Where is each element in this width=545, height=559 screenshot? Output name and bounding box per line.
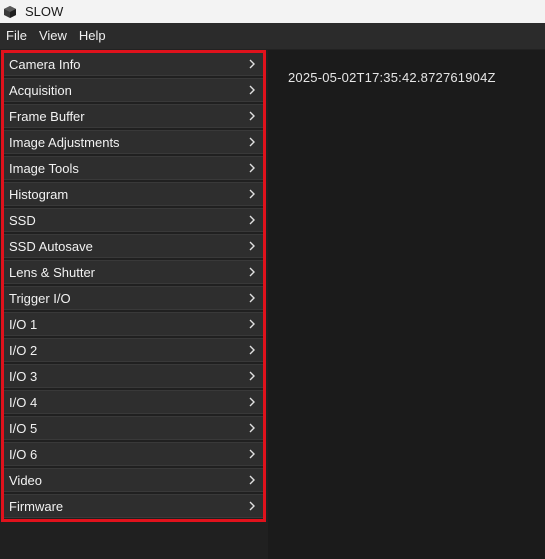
chevron-right-icon [245, 161, 259, 175]
sidebar-item-histogram[interactable]: Histogram [3, 182, 264, 206]
sidebar-item-label: I/O 1 [9, 316, 38, 332]
chevron-right-icon [245, 395, 259, 409]
chevron-right-icon [245, 213, 259, 227]
menu-view[interactable]: View [33, 23, 73, 49]
sidebar-item-ssd[interactable]: SSD [3, 208, 264, 232]
sidebar-item-label: Camera Info [9, 56, 81, 72]
cube-icon [3, 4, 19, 20]
chevron-right-icon [245, 499, 259, 513]
sidebar-item-label: Histogram [9, 186, 69, 202]
menu-file[interactable]: File [0, 23, 33, 49]
sidebar-item-acquisition[interactable]: Acquisition [3, 78, 264, 102]
chevron-right-icon [245, 291, 259, 305]
sidebar-item-label: Lens & Shutter [9, 264, 95, 280]
sidebar-item-i-o-6[interactable]: I/O 6 [3, 442, 264, 466]
sidebar-item-image-adjustments[interactable]: Image Adjustments [3, 130, 264, 154]
sidebar-item-label: I/O 5 [9, 420, 38, 436]
chevron-right-icon [245, 57, 259, 71]
settings-sidebar: Camera Info Acquisition Frame Buffer Image … [0, 50, 268, 559]
window-title: SLOW [25, 4, 64, 19]
chevron-right-icon [245, 421, 259, 435]
sidebar-item-ssd-autosave[interactable]: SSD Autosave [3, 234, 264, 258]
chevron-right-icon [245, 239, 259, 253]
chevron-right-icon [245, 265, 259, 279]
sidebar-item-label: Frame Buffer [9, 108, 85, 124]
sidebar-item-lens-shutter[interactable]: Lens & Shutter [3, 260, 264, 284]
sidebar-item-label: SSD [9, 212, 36, 228]
sidebar-item-i-o-3[interactable]: I/O 3 [3, 364, 264, 388]
sidebar-item-i-o-2[interactable]: I/O 2 [3, 338, 264, 362]
title-bar: SLOW [0, 0, 545, 23]
chevron-right-icon [245, 369, 259, 383]
sidebar-item-label: Image Tools [9, 160, 79, 176]
sidebar-item-label: I/O 6 [9, 446, 38, 462]
chevron-right-icon [245, 135, 259, 149]
sidebar-item-camera-info[interactable]: Camera Info [3, 52, 264, 76]
sidebar-item-firmware[interactable]: Firmware [3, 494, 264, 518]
sidebar-item-label: I/O 4 [9, 394, 38, 410]
sidebar-item-label: SSD Autosave [9, 238, 93, 254]
chevron-right-icon [245, 109, 259, 123]
chevron-right-icon [245, 447, 259, 461]
sidebar-item-label: Image Adjustments [9, 134, 120, 150]
sidebar-item-label: Trigger I/O [9, 290, 71, 306]
chevron-right-icon [245, 187, 259, 201]
sidebar-item-image-tools[interactable]: Image Tools [3, 156, 264, 180]
menu-help[interactable]: Help [73, 23, 112, 49]
sidebar-item-label: I/O 3 [9, 368, 38, 384]
chevron-right-icon [245, 317, 259, 331]
main-panel: 2025-05-02T17:35:42.872761904Z [268, 50, 545, 559]
settings-list: Camera Info Acquisition Frame Buffer Image … [3, 52, 264, 520]
sidebar-item-label: Firmware [9, 498, 64, 514]
sidebar-item-i-o-4[interactable]: I/O 4 [3, 390, 264, 414]
sidebar-item-video[interactable]: Video [3, 468, 264, 492]
sidebar-item-label: I/O 2 [9, 342, 38, 358]
sidebar-item-frame-buffer[interactable]: Frame Buffer [3, 104, 264, 128]
chevron-right-icon [245, 343, 259, 357]
sidebar-item-label: Video [9, 472, 43, 488]
sidebar-item-i-o-5[interactable]: I/O 5 [3, 416, 264, 440]
sidebar-item-label: Acquisition [9, 82, 72, 98]
chevron-right-icon [245, 83, 259, 97]
chevron-right-icon [245, 473, 259, 487]
sidebar-item-i-o-1[interactable]: I/O 1 [3, 312, 264, 336]
menu-bar: File View Help [0, 23, 545, 50]
sidebar-item-trigger-i-o[interactable]: Trigger I/O [3, 286, 264, 310]
timestamp-text: 2025-05-02T17:35:42.872761904Z [288, 70, 496, 85]
